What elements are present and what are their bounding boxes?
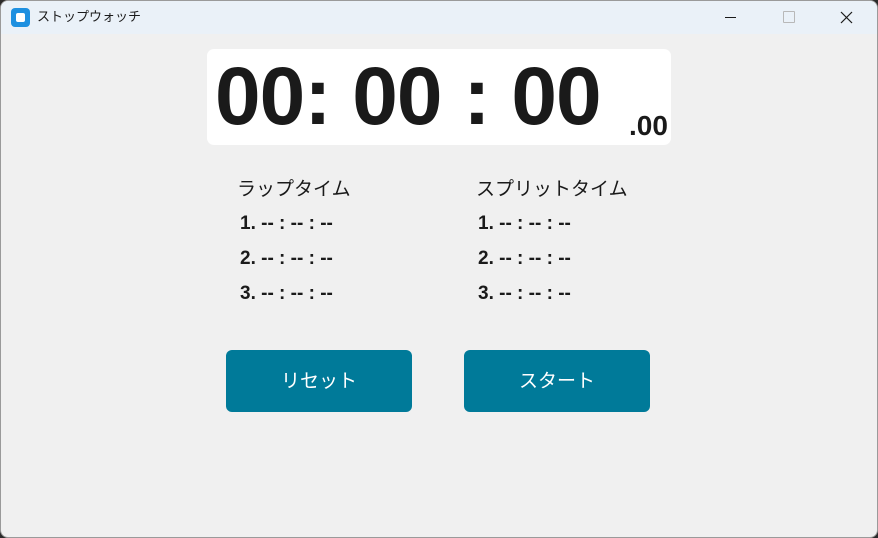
window-title: ストップウォッチ <box>37 10 142 25</box>
timer-display: 00: 00 : 00 .00 <box>207 49 671 145</box>
close-icon <box>840 11 853 24</box>
maximize-button[interactable] <box>759 1 817 34</box>
lap-row: 3. -- : -- : -- <box>240 283 333 304</box>
timer-main-text: 00: 00 : 00 <box>215 51 602 142</box>
close-button[interactable] <box>818 1 876 34</box>
minimize-button[interactable] <box>701 1 759 34</box>
lap-row: 1. -- : -- : -- <box>240 213 333 234</box>
lap-row: 2. -- : -- : -- <box>240 248 333 269</box>
stopwatch-window: ストップウォッチ 00: 00 : 00 .00 ラップタイム 1. -- : … <box>0 0 878 538</box>
split-time-title: スプリットタイム <box>476 178 628 200</box>
app-icon <box>11 8 30 27</box>
start-button[interactable]: スタート <box>464 350 650 412</box>
split-row: 1. -- : -- : -- <box>478 213 571 234</box>
split-row: 3. -- : -- : -- <box>478 283 571 304</box>
split-row: 2. -- : -- : -- <box>478 248 571 269</box>
title-bar[interactable]: ストップウォッチ <box>1 1 877 34</box>
timer-ms-text: .00 <box>629 110 668 141</box>
lap-time-title: ラップタイム <box>237 178 351 200</box>
reset-button[interactable]: リセット <box>226 350 412 412</box>
